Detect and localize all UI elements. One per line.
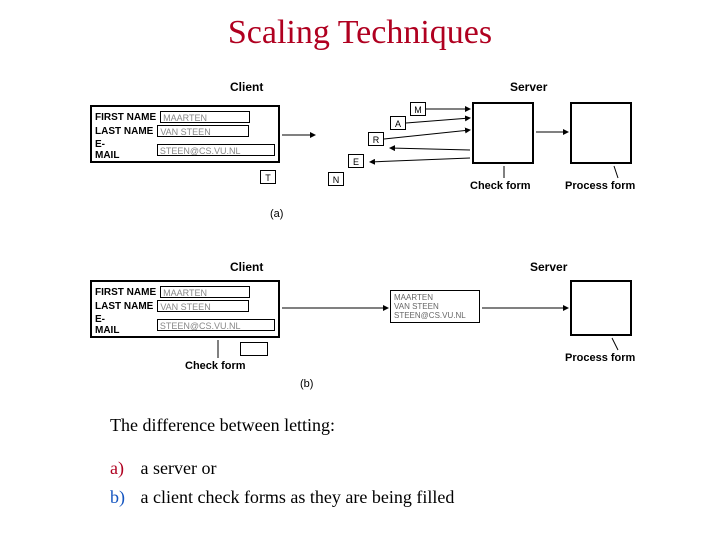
sent-email: STEEN@CS.VU.NL (394, 311, 476, 320)
sent-form-box: MAARTEN VAN STEEN STEEN@CS.VU.NL (390, 290, 480, 323)
option-b-text: a client check forms as they are being f… (141, 487, 455, 507)
process-label-a: Process form (565, 180, 635, 192)
input-email-b: STEEN@CS.VU.NL (157, 319, 275, 331)
letter-n: N (328, 172, 344, 186)
client-form-b: FIRST NAME MAARTEN LAST NAME VAN STEEN E… (90, 280, 280, 338)
process-label-b: Process form (565, 352, 635, 364)
cursor-box-b (240, 342, 268, 356)
input-first-a: MAARTEN (160, 111, 250, 123)
diagram-b: Client Server FIRST NAME MAARTEN LAST NA… (90, 260, 650, 400)
input-last-b: VAN STEEN (157, 300, 249, 312)
check-label-a: Check form (470, 180, 531, 192)
label-email-a: E-MAIL (95, 139, 129, 161)
process-form-box-a (570, 102, 632, 164)
input-email-a: STEEN@CS.VU.NL (157, 144, 275, 156)
letter-r: R (368, 132, 384, 146)
sent-last: VAN STEEN (394, 302, 476, 311)
label-first-a: FIRST NAME (95, 112, 156, 123)
label-last-a: LAST NAME (95, 126, 153, 137)
check-form-box-a (472, 102, 534, 164)
client-heading-b: Client (230, 260, 263, 274)
server-heading-a: Server (510, 80, 547, 94)
option-a: a) a server or (110, 458, 454, 479)
diagram-a: Client Server FIRST NAME MAARTEN LAST NA… (90, 80, 650, 240)
client-form-a: FIRST NAME MAARTEN LAST NAME VAN STEEN E… (90, 105, 280, 163)
caption-a: (a) (270, 208, 283, 220)
letter-a: A (390, 116, 406, 130)
option-a-marker: a) (110, 458, 136, 479)
option-list: a) a server or b) a client check forms a… (110, 450, 454, 516)
client-heading-a: Client (230, 80, 263, 94)
letter-m: M (410, 102, 426, 116)
input-last-a: VAN STEEN (157, 125, 249, 137)
label-first-b: FIRST NAME (95, 287, 156, 298)
check-label-b: Check form (185, 360, 246, 372)
sent-first: MAARTEN (394, 293, 476, 302)
option-a-text: a server or (141, 458, 217, 478)
option-b: b) a client check forms as they are bein… (110, 487, 454, 508)
cursor-box-a: T (260, 170, 276, 184)
intro-text: The difference between letting: (110, 415, 335, 436)
server-heading-b: Server (530, 260, 567, 274)
page-title: Scaling Techniques (0, 14, 720, 52)
option-b-marker: b) (110, 487, 136, 508)
label-last-b: LAST NAME (95, 301, 153, 312)
process-form-box-b (570, 280, 632, 336)
letter-e: E (348, 154, 364, 168)
input-first-b: MAARTEN (160, 286, 250, 298)
label-email-b: E-MAIL (95, 314, 129, 336)
caption-b: (b) (300, 378, 313, 390)
